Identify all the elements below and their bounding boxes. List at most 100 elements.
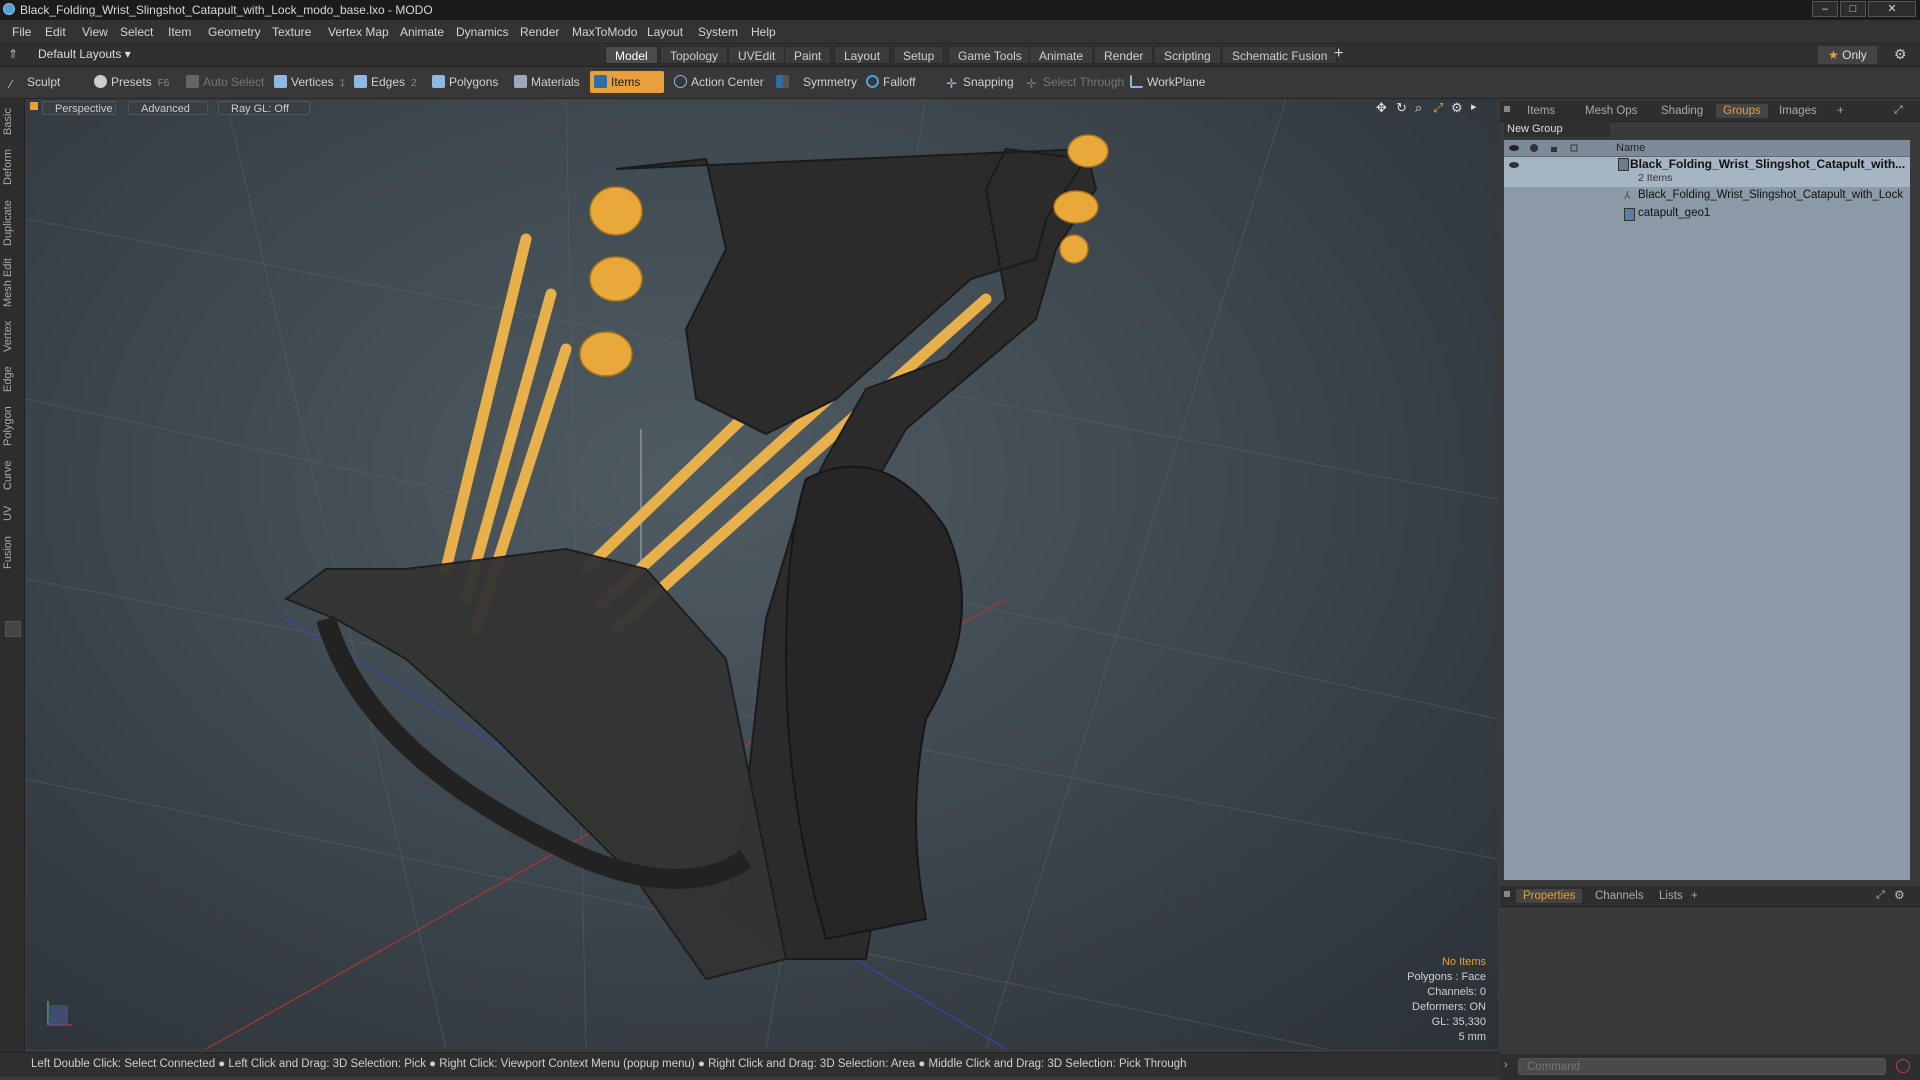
panel-expand-icon[interactable]: ⤢ — [1894, 104, 1903, 117]
presets-button[interactable]: Presets F6 — [90, 71, 174, 93]
group-eye-icon[interactable] — [1508, 159, 1520, 174]
add-panel-tab-button[interactable]: + — [1684, 889, 1705, 903]
falloff-button[interactable]: Falloff — [862, 71, 938, 93]
viewport-expand-icon[interactable]: ▸ — [1471, 100, 1477, 113]
menu-dynamics[interactable]: Dynamics — [456, 25, 509, 39]
tree-item-label[interactable]: catapult_geo1 — [1638, 207, 1710, 219]
panel-menu-icon[interactable] — [1504, 891, 1510, 897]
tab-topology[interactable]: Topology — [660, 46, 729, 64]
menu-edit[interactable]: Edit — [45, 25, 66, 39]
action-center-button[interactable]: Action Center — [670, 71, 768, 93]
tool-tab-deform[interactable]: Deform — [2, 145, 22, 189]
add-tab-button[interactable]: + — [1334, 45, 1343, 63]
move-view-icon[interactable]: ✥ — [1376, 100, 1387, 116]
maximize-button[interactable]: □ — [1840, 1, 1866, 17]
menu-view[interactable]: View — [82, 25, 108, 39]
menu-select[interactable]: Select — [120, 25, 153, 39]
command-record-icon[interactable] — [1896, 1059, 1910, 1073]
menu-animate[interactable]: Animate — [400, 25, 444, 39]
group-name[interactable]: Black_Folding_Wrist_Slingshot_Catapult_w… — [1630, 157, 1905, 171]
auto-select-button[interactable]: Auto Select — [182, 71, 266, 93]
menu-vertex-map[interactable]: Vertex Map — [328, 25, 389, 39]
tool-tab-mesh-edit[interactable]: Mesh Edit — [2, 255, 22, 311]
tree-item-row[interactable]: ⅄ Black_Folding_Wrist_Slingshot_Catapult… — [1504, 188, 1910, 204]
viewport-menu-icon[interactable] — [30, 102, 38, 110]
gear-icon[interactable]: ⚙ — [1894, 46, 1907, 63]
tree-item-label[interactable]: Black_Folding_Wrist_Slingshot_Catapult_w… — [1638, 189, 1903, 201]
tool-tab-basic[interactable]: Basic — [2, 103, 22, 141]
tab-scripting[interactable]: Scripting — [1154, 46, 1221, 64]
tab-setup[interactable]: Setup — [893, 46, 945, 64]
polygons-button[interactable]: Polygons — [428, 71, 506, 93]
tool-tab-duplicate[interactable]: Duplicate — [2, 195, 22, 251]
menu-help[interactable]: Help — [751, 25, 776, 39]
tab-layout[interactable]: Layout — [834, 46, 891, 64]
viewport-scene[interactable] — [26, 99, 1498, 1049]
edges-button[interactable]: Edges 2 — [350, 71, 426, 93]
tab-items[interactable]: Items — [1520, 104, 1562, 118]
menu-geometry[interactable]: Geometry — [208, 25, 261, 39]
menu-texture[interactable]: Texture — [272, 25, 311, 39]
menu-layout[interactable]: Layout — [647, 25, 683, 39]
workplane-button[interactable]: WorkPlane — [1126, 71, 1210, 93]
menu-render[interactable]: Render — [520, 25, 559, 39]
rotate-view-icon[interactable]: ↻ — [1396, 100, 1407, 116]
tab-paint[interactable]: Paint — [784, 46, 832, 64]
tool-tab-expand-icon[interactable] — [5, 621, 21, 637]
slingshot-model[interactable] — [283, 134, 1109, 981]
raygl-button[interactable]: Ray GL: Off — [218, 101, 310, 115]
panel-expand-icon[interactable]: ⤢ — [1876, 889, 1885, 902]
tool-tab-vertex[interactable]: Vertex — [2, 315, 22, 357]
vertices-button[interactable]: Vertices 1 — [270, 71, 348, 93]
menu-system[interactable]: System — [698, 25, 738, 39]
advanced-button[interactable]: Advanced — [128, 101, 208, 115]
menu-file[interactable]: File — [12, 25, 31, 39]
command-input[interactable] — [1518, 1058, 1886, 1075]
perspective-button[interactable]: Perspective — [42, 101, 116, 115]
gear-icon[interactable]: ⚙ — [1894, 888, 1905, 902]
layout-pin-icon[interactable]: ⇑ — [8, 47, 18, 61]
tab-model[interactable]: Model — [605, 46, 658, 64]
tab-shading[interactable]: Shading — [1654, 104, 1710, 118]
add-panel-tab-button[interactable]: + — [1830, 104, 1851, 118]
layout-preset-dropdown[interactable]: Default Layouts ▾ — [38, 47, 131, 61]
tool-tab-uv[interactable]: UV — [2, 499, 22, 527]
group-list[interactable]: Name Black_Folding_Wrist_Slingshot_Catap… — [1504, 140, 1910, 880]
tab-properties[interactable]: Properties — [1516, 889, 1583, 903]
menu-item[interactable]: Item — [168, 25, 191, 39]
sculpt-button[interactable]: ∕ Sculpt — [6, 71, 88, 93]
zoom-view-icon[interactable]: ⌕ — [1415, 100, 1422, 116]
tool-tab-polygon[interactable]: Polygon — [2, 401, 22, 451]
tab-images[interactable]: Images — [1772, 104, 1824, 118]
visibility-column-icon[interactable] — [1508, 142, 1522, 154]
items-button[interactable]: Items — [590, 71, 664, 93]
tab-channels[interactable]: Channels — [1588, 889, 1651, 903]
only-button[interactable]: ★ Only — [1818, 46, 1877, 64]
tab-mesh-ops[interactable]: Mesh Ops — [1578, 104, 1644, 118]
select-column-icon[interactable] — [1568, 142, 1582, 154]
tab-render[interactable]: Render — [1094, 46, 1154, 64]
viewport-settings-icon[interactable]: ⚙ — [1451, 100, 1463, 116]
tab-groups[interactable]: Groups — [1716, 104, 1768, 118]
3d-viewport[interactable]: Perspective Advanced Ray GL: Off ✥ ↻ ⌕ ⤢… — [26, 99, 1498, 1049]
minimize-button[interactable]: – — [1812, 1, 1838, 17]
tool-tab-curve[interactable]: Curve — [2, 455, 22, 495]
render-column-icon[interactable] — [1528, 142, 1542, 154]
tool-tab-fusion[interactable]: Fusion — [2, 531, 22, 573]
menu-maxtomodo[interactable]: MaxToModo — [572, 25, 637, 39]
symmetry-button[interactable]: Symmetry — [772, 71, 860, 93]
tree-item-row[interactable]: catapult_geo1 — [1504, 206, 1910, 222]
tab-animate[interactable]: Animate — [1029, 46, 1094, 64]
tab-schematic-fusion[interactable]: Schematic Fusion — [1222, 46, 1338, 64]
group-row[interactable]: Black_Folding_Wrist_Slingshot_Catapult_w… — [1504, 157, 1910, 187]
close-button[interactable]: ✕ — [1868, 1, 1916, 17]
snapping-button[interactable]: ✛ Snapping — [942, 71, 1028, 93]
tab-uvedit[interactable]: UVEdit — [728, 46, 786, 64]
lock-column-icon[interactable] — [1548, 142, 1562, 154]
tool-tab-edge[interactable]: Edge — [2, 361, 22, 397]
tab-game-tools[interactable]: Game Tools — [948, 46, 1032, 64]
fit-view-icon[interactable]: ⤢ — [1433, 100, 1443, 116]
materials-button[interactable]: Materials — [510, 71, 588, 93]
name-column-header[interactable]: Name — [1616, 142, 1645, 154]
select-through-button[interactable]: ✛ Select Through — [1022, 71, 1124, 93]
